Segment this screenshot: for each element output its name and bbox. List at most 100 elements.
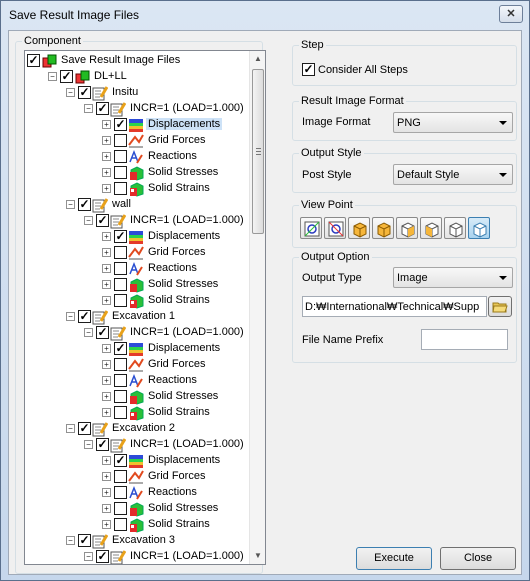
execute-button[interactable]: Execute <box>356 547 432 570</box>
tree-item[interactable]: + Reactions <box>25 149 251 165</box>
tree-item-checkbox[interactable] <box>114 406 127 419</box>
tree-item[interactable]: − ✓ INCR=1 (LOAD=1.000) <box>25 101 251 117</box>
window-close-button[interactable]: ✕ <box>499 5 523 23</box>
collapse-icon[interactable]: − <box>84 552 93 561</box>
tree-item-checkbox[interactable] <box>114 278 127 291</box>
expand-icon[interactable]: + <box>102 360 111 369</box>
collapse-icon[interactable]: − <box>66 88 75 97</box>
expand-icon[interactable]: + <box>102 264 111 273</box>
tree-item[interactable]: + Solid Strains <box>25 517 251 533</box>
tree-item-checkbox[interactable]: ✓ <box>96 438 109 451</box>
view-iso-6-button[interactable] <box>468 217 490 239</box>
expand-icon[interactable]: + <box>102 168 111 177</box>
tree-item-checkbox[interactable]: ✓ <box>78 198 91 211</box>
tree-item-checkbox[interactable]: ✓ <box>60 70 73 83</box>
tree-item-checkbox[interactable]: ✓ <box>96 326 109 339</box>
tree-item-checkbox[interactable]: ✓ <box>114 118 127 131</box>
image-format-select[interactable]: PNG <box>393 112 513 133</box>
tree-item[interactable]: − ✓ wall <box>25 197 251 213</box>
expand-icon[interactable]: + <box>102 232 111 241</box>
tree-item-checkbox[interactable]: ✓ <box>78 422 91 435</box>
collapse-icon[interactable]: − <box>66 200 75 209</box>
expand-icon[interactable]: + <box>102 136 111 145</box>
tree-item-checkbox[interactable] <box>114 470 127 483</box>
output-path-field[interactable]: D:₩International₩Technical₩Supp <box>302 296 487 317</box>
expand-icon[interactable]: + <box>102 184 111 193</box>
tree-item[interactable]: + Solid Strains <box>25 181 251 197</box>
collapse-icon[interactable]: − <box>84 216 93 225</box>
tree-item-checkbox[interactable] <box>114 502 127 515</box>
output-type-select[interactable]: Image <box>393 267 513 288</box>
expand-icon[interactable]: + <box>102 152 111 161</box>
tree-item-checkbox[interactable]: ✓ <box>78 310 91 323</box>
tree-item[interactable]: + ✓ Displacements <box>25 117 251 133</box>
tree-item[interactable]: + ✓ Displacements <box>25 341 251 357</box>
view-iso-3-button[interactable] <box>396 217 418 239</box>
tree-item-checkbox[interactable] <box>114 246 127 259</box>
tree-item[interactable]: − ✓ INCR=1 (LOAD=1.000) <box>25 437 251 453</box>
view-normal-button[interactable] <box>300 217 322 239</box>
expand-icon[interactable]: + <box>102 472 111 481</box>
tree-item-checkbox[interactable] <box>114 390 127 403</box>
tree-scrollbar[interactable]: ▲ ▼ <box>249 51 265 564</box>
expand-icon[interactable]: + <box>102 504 111 513</box>
expand-icon[interactable]: + <box>102 376 111 385</box>
tree-item-checkbox[interactable] <box>114 262 127 275</box>
view-iso-5-button[interactable] <box>444 217 466 239</box>
tree-item[interactable]: + Grid Forces <box>25 245 251 261</box>
tree-item[interactable]: − ✓ Insitu <box>25 85 251 101</box>
tree-item-checkbox[interactable] <box>114 294 127 307</box>
tree-item-checkbox[interactable] <box>114 134 127 147</box>
post-style-select[interactable]: Default Style <box>393 164 513 185</box>
tree-item[interactable]: + Solid Strains <box>25 293 251 309</box>
scroll-thumb[interactable] <box>252 69 264 234</box>
collapse-icon[interactable]: − <box>48 72 57 81</box>
tree-item-checkbox[interactable] <box>114 518 127 531</box>
tree-item[interactable]: + Grid Forces <box>25 469 251 485</box>
tree-item[interactable]: − ✓ Excavation 2 <box>25 421 251 437</box>
expand-icon[interactable]: + <box>102 280 111 289</box>
view-iso-1-button[interactable] <box>348 217 370 239</box>
view-iso-4-button[interactable] <box>420 217 442 239</box>
tree-item[interactable]: + Solid Stresses <box>25 501 251 517</box>
tree-item-checkbox[interactable]: ✓ <box>27 54 40 67</box>
expand-icon[interactable]: + <box>102 120 111 129</box>
collapse-icon[interactable]: − <box>66 536 75 545</box>
tree-item-checkbox[interactable]: ✓ <box>78 534 91 547</box>
tree-item[interactable]: − ✓ INCR=1 (LOAD=1.000) <box>25 549 251 564</box>
tree-item-checkbox[interactable] <box>114 486 127 499</box>
tree-item[interactable]: + Solid Stresses <box>25 277 251 293</box>
tree-item-checkbox[interactable]: ✓ <box>96 102 109 115</box>
tree-item-checkbox[interactable]: ✓ <box>96 550 109 563</box>
close-button[interactable]: Close <box>440 547 516 570</box>
expand-icon[interactable]: + <box>102 296 111 305</box>
expand-icon[interactable]: + <box>102 344 111 353</box>
collapse-icon[interactable]: − <box>84 104 93 113</box>
consider-all-steps-checkbox[interactable]: ✓ <box>302 63 315 76</box>
tree-item-checkbox[interactable] <box>114 358 127 371</box>
tree-item[interactable]: − ✓ Excavation 1 <box>25 309 251 325</box>
view-reverse-button[interactable] <box>324 217 346 239</box>
tree-item[interactable]: + Solid Stresses <box>25 389 251 405</box>
expand-icon[interactable]: + <box>102 248 111 257</box>
tree-item-checkbox[interactable]: ✓ <box>78 86 91 99</box>
tree-item[interactable]: + Reactions <box>25 261 251 277</box>
tree-item-checkbox[interactable]: ✓ <box>114 454 127 467</box>
expand-icon[interactable]: + <box>102 392 111 401</box>
tree-item[interactable]: + Grid Forces <box>25 133 251 149</box>
tree-item-checkbox[interactable] <box>114 374 127 387</box>
collapse-icon[interactable]: − <box>84 440 93 449</box>
expand-icon[interactable]: + <box>102 456 111 465</box>
tree-item[interactable]: − ✓ DL+LL <box>25 69 251 85</box>
tree-item[interactable]: − ✓ Excavation 3 <box>25 533 251 549</box>
tree-item-checkbox[interactable]: ✓ <box>96 214 109 227</box>
collapse-icon[interactable]: − <box>84 328 93 337</box>
expand-icon[interactable]: + <box>102 488 111 497</box>
tree-item[interactable]: ✓ Save Result Image Files <box>25 53 251 69</box>
tree-item-checkbox[interactable] <box>114 182 127 195</box>
tree-item[interactable]: − ✓ INCR=1 (LOAD=1.000) <box>25 325 251 341</box>
component-tree[interactable]: ✓ Save Result Image Files − ✓ DL+LL − ✓ Insitu −… <box>24 50 266 565</box>
tree-item[interactable]: + Reactions <box>25 373 251 389</box>
scroll-up-icon[interactable]: ▲ <box>250 51 265 67</box>
browse-folder-button[interactable] <box>488 296 512 317</box>
